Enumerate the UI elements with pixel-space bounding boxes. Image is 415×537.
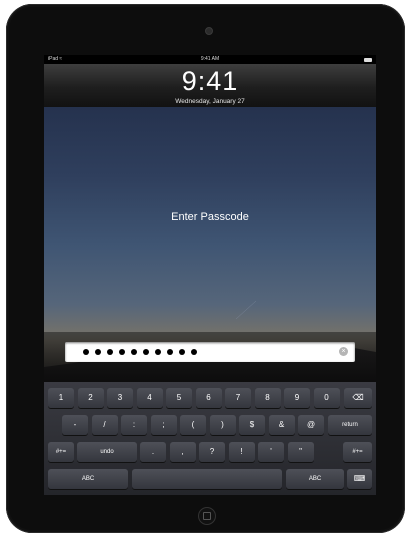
key-punct-4[interactable]: ' bbox=[258, 442, 284, 462]
key-3[interactable]: 3 bbox=[107, 388, 133, 408]
passcode-dot bbox=[143, 349, 149, 355]
key-punct-3[interactable]: ! bbox=[228, 442, 255, 462]
screen: iPad ≈ 9:41 AM 9:41 Wednesday, January 2… bbox=[44, 55, 376, 495]
battery-icon bbox=[364, 58, 372, 62]
space-key[interactable] bbox=[132, 469, 282, 489]
key-5[interactable]: 5 bbox=[166, 388, 192, 408]
key-symbol-3[interactable]: ; bbox=[150, 415, 177, 435]
return-key[interactable]: return bbox=[328, 415, 372, 435]
key-6[interactable]: 6 bbox=[195, 388, 222, 408]
key-1[interactable]: 1 bbox=[48, 388, 74, 408]
passcode-dot bbox=[95, 349, 101, 355]
key-9[interactable]: 9 bbox=[284, 388, 310, 408]
key-symbol-4[interactable]: ( bbox=[180, 415, 206, 435]
passcode-dots bbox=[83, 342, 197, 362]
key-symbol-5[interactable]: ) bbox=[209, 415, 236, 435]
key-symbol-1[interactable]: / bbox=[91, 415, 118, 435]
key-4[interactable]: 4 bbox=[136, 388, 163, 408]
key-punct-1[interactable]: , bbox=[169, 442, 196, 462]
key-8[interactable]: 8 bbox=[254, 388, 281, 408]
passcode-field[interactable]: × bbox=[65, 342, 355, 362]
key-punct-2[interactable]: ? bbox=[199, 442, 225, 462]
key-2[interactable]: 2 bbox=[77, 388, 104, 408]
delete-icon[interactable]: ⌫ bbox=[344, 388, 372, 408]
enter-passcode-label: Enter Passcode bbox=[171, 211, 249, 223]
abc-key-left[interactable]: ABC bbox=[48, 469, 128, 489]
undo-key[interactable]: undo bbox=[77, 442, 137, 462]
passcode-dot bbox=[83, 349, 89, 355]
clear-icon[interactable]: × bbox=[339, 347, 348, 356]
passcode-dot bbox=[119, 349, 125, 355]
key-symbol-0[interactable]: - bbox=[62, 415, 88, 435]
symbols-toggle-right[interactable]: #+= bbox=[343, 442, 372, 462]
key-symbol-2[interactable]: : bbox=[121, 415, 147, 435]
passcode-dot bbox=[107, 349, 113, 355]
passcode-dot bbox=[179, 349, 185, 355]
keyboard-hide-icon[interactable]: ⌨ bbox=[347, 469, 372, 489]
key-symbol-7[interactable]: & bbox=[268, 415, 295, 435]
passcode-dot bbox=[155, 349, 161, 355]
passcode-dot bbox=[167, 349, 173, 355]
passcode-dot bbox=[191, 349, 197, 355]
key-punct-5[interactable]: " bbox=[287, 442, 314, 462]
home-button[interactable] bbox=[198, 507, 216, 525]
status-bar: iPad ≈ 9:41 AM bbox=[44, 55, 376, 64]
lock-clock: 9:41 bbox=[181, 66, 239, 96]
symbols-toggle-left[interactable]: #+= bbox=[48, 442, 74, 462]
front-camera bbox=[205, 27, 213, 35]
lock-date: Wednesday, January 27 bbox=[175, 98, 245, 105]
key-0[interactable]: 0 bbox=[313, 388, 340, 408]
key-symbol-8[interactable]: @ bbox=[298, 415, 324, 435]
home-square-icon bbox=[203, 512, 211, 520]
status-time: 9:41 AM bbox=[200, 56, 220, 62]
key-symbol-6[interactable]: $ bbox=[239, 415, 265, 435]
key-7[interactable]: 7 bbox=[225, 388, 251, 408]
abc-key-right[interactable]: ABC bbox=[286, 469, 344, 489]
clock-bar: 9:41 Wednesday, January 27 bbox=[44, 64, 376, 108]
key-punct-0[interactable]: . bbox=[140, 442, 166, 462]
passcode-dot bbox=[131, 349, 137, 355]
keyboard: 1 2 3 4 5 6 7 8 9 0 ⌫ - /:;() $ & @ return #+= undo.,?! '… bbox=[44, 382, 376, 495]
